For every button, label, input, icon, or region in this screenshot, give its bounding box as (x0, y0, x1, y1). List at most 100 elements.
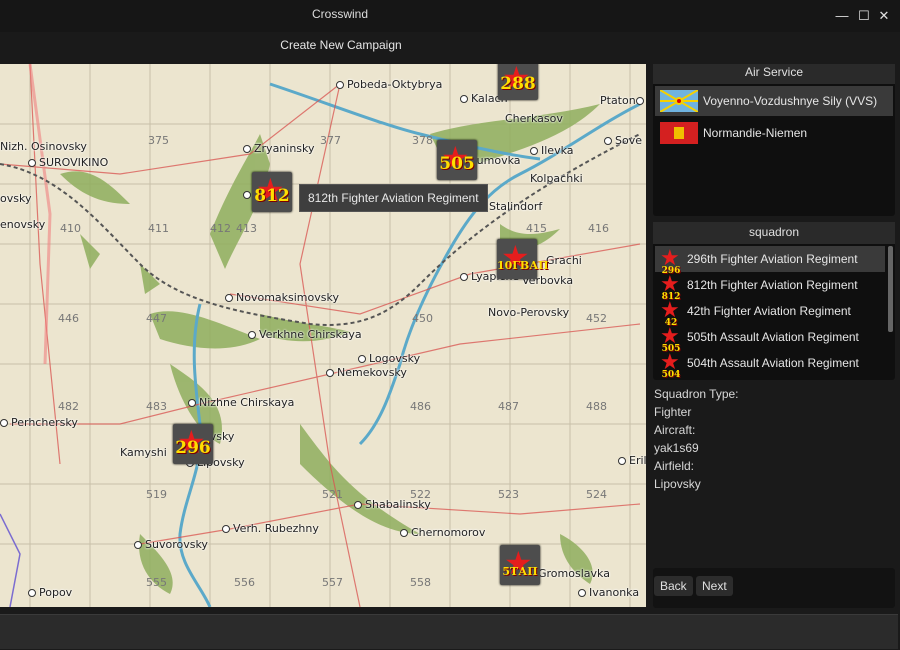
grid-number: 450 (412, 312, 433, 325)
grid-number: 487 (498, 400, 519, 413)
squadron-item[interactable]: ★ 812 812th Fighter Aviation Regiment (655, 271, 885, 302)
airfield-marker[interactable]: ★ 296 (173, 424, 213, 464)
city-label: SUROVIKINO (28, 156, 108, 169)
city-label: Perhchersky (0, 416, 78, 429)
grid-number: 377 (320, 134, 341, 147)
normandie-flag-icon (660, 122, 698, 144)
squadron-item[interactable]: ★ 504 504th Assault Aviation Regiment (655, 349, 885, 380)
squadron-panel: squadron ★ 296 296th Fighter Aviation Reg… (653, 222, 895, 380)
grid-number: 378 (412, 134, 433, 147)
city-label: Popov (28, 586, 72, 599)
grid-number: 488 (586, 400, 607, 413)
aircraft-value: yak1s69 (654, 441, 699, 455)
air-service-panel: Air Service Voyenno-Vozdushnye Sily (VVS… (653, 64, 895, 216)
airfield-value: Lipovsky (654, 477, 701, 491)
grid-number: 523 (498, 488, 519, 501)
grid-number: 555 (146, 576, 167, 589)
city-label: Ilevka (530, 144, 574, 157)
grid-number: 524 (586, 488, 607, 501)
squadron-details: Squadron Type: Fighter Aircraft: yak1s69… (654, 385, 739, 493)
squadron-item[interactable]: ★ 296 296th Fighter Aviation Regiment (655, 245, 885, 276)
squadron-star-icon: ★ 296 (660, 245, 681, 276)
airfield-marker[interactable]: ★ 288 (498, 64, 538, 100)
grid-number: 557 (322, 576, 343, 589)
city-label: Stalindorf (478, 200, 542, 213)
squadron-scrollbar[interactable] (888, 246, 893, 332)
city-label: Logovsky (358, 352, 420, 365)
grid-number: 447 (146, 312, 167, 325)
city-label: Nizh. Osinovsky (0, 140, 87, 153)
grid-number: 412 (210, 222, 231, 235)
minimize-icon[interactable]: — (832, 6, 852, 26)
airfield-marker[interactable]: ★ 10ГВАП (497, 239, 549, 279)
grid-number: 521 (322, 488, 343, 501)
city-label: Nemekovsky (326, 366, 407, 379)
city-label: Shabalinsky (354, 498, 431, 511)
air-service-item-vvs[interactable]: Voyenno-Vozdushnye Sily (VVS) (655, 86, 893, 116)
air-service-item-normandie[interactable]: Normandie-Niemen (655, 118, 893, 148)
airfield-marker[interactable]: ★ 5ТАП (500, 545, 540, 585)
grid-number: 375 (148, 134, 169, 147)
squadron-star-icon: ★ 505 (660, 323, 681, 354)
airfield-marker[interactable]: ★ 812 (252, 172, 292, 212)
grid-number: 413 (236, 222, 257, 235)
grid-number: 558 (410, 576, 431, 589)
marker-tooltip: 812th Fighter Aviation Regiment (299, 184, 488, 212)
back-button[interactable]: Back (654, 576, 693, 596)
city-label: Kamyshi (120, 446, 167, 459)
city-label: Nizhne Chirskaya (188, 396, 294, 409)
grid-number: 486 (410, 400, 431, 413)
city-label: Zryaninsky (243, 142, 315, 155)
grid-number: 519 (146, 488, 167, 501)
city-label: Novomaksimovsky (225, 291, 339, 304)
squadron-star-icon: ★ 504 (660, 349, 681, 380)
window-title: Crosswind (311, 7, 368, 21)
city-label: Grachi (546, 254, 582, 267)
city-label: Kumovka (470, 154, 521, 167)
airfield-marker[interactable]: ★ 505 (437, 140, 477, 180)
grid-number: 452 (586, 312, 607, 325)
squadron-header: squadron (653, 222, 895, 244)
grid-number: 556 (234, 576, 255, 589)
next-button[interactable]: Next (696, 576, 733, 596)
grid-number: 411 (148, 222, 169, 235)
maximize-icon[interactable]: ☐ (854, 6, 874, 26)
city-label: Eril (618, 454, 646, 467)
city-label: Ivanonka (578, 586, 639, 599)
squadron-type-label: Squadron Type: (654, 387, 739, 401)
city-label: Cherkasov (505, 112, 563, 125)
city-label: Verh. Rubezhny (222, 522, 319, 535)
aircraft-label: Aircraft: (654, 423, 696, 437)
air-service-label: Voyenno-Vozdushnye Sily (VVS) (703, 94, 878, 108)
grid-number: 410 (60, 222, 81, 235)
city-label: ovsky (0, 192, 32, 205)
grid-number: 415 (526, 222, 547, 235)
squadron-item[interactable]: ★ 505 505th Assault Aviation Regiment (655, 323, 885, 354)
city-label: Sove (604, 134, 642, 147)
title-bar: Crosswind — ☐ ✕ (0, 0, 900, 32)
grid-number: 446 (58, 312, 79, 325)
city-label: Ptaton (600, 94, 646, 107)
city-label: Suvorovsky (134, 538, 208, 551)
campaign-map[interactable]: 375 377 378 411 412 415 416 410 446 447 … (0, 64, 646, 607)
city-label: Kolpachki (530, 172, 583, 185)
city-label: Chernomorov (400, 526, 485, 539)
squadron-item[interactable]: ★ 42 42th Fighter Aviation Regiment (655, 297, 885, 328)
city-label: enovsky (0, 218, 46, 231)
close-icon[interactable]: ✕ (874, 6, 894, 26)
squadron-star-icon: ★ 42 (660, 297, 680, 328)
vvs-flag-icon (660, 90, 698, 112)
airfield-label: Airfield: (654, 459, 695, 473)
grid-number: 482 (58, 400, 79, 413)
squadron-type-value: Fighter (654, 405, 692, 419)
city-label: Novo-Perovsky (488, 306, 570, 319)
air-service-label: Normandie-Niemen (703, 126, 808, 140)
city-label: Verkhne Chirskaya (248, 328, 362, 341)
grid-number: 483 (146, 400, 167, 413)
squadron-star-icon: ★ 812 (660, 271, 681, 302)
page-title: Create New Campaign (280, 38, 402, 52)
city-label: Pobeda-Oktybrya (336, 78, 442, 91)
air-service-header: Air Service (653, 64, 895, 84)
city-label: Gromoslavka (538, 567, 610, 580)
grid-number: 416 (588, 222, 609, 235)
